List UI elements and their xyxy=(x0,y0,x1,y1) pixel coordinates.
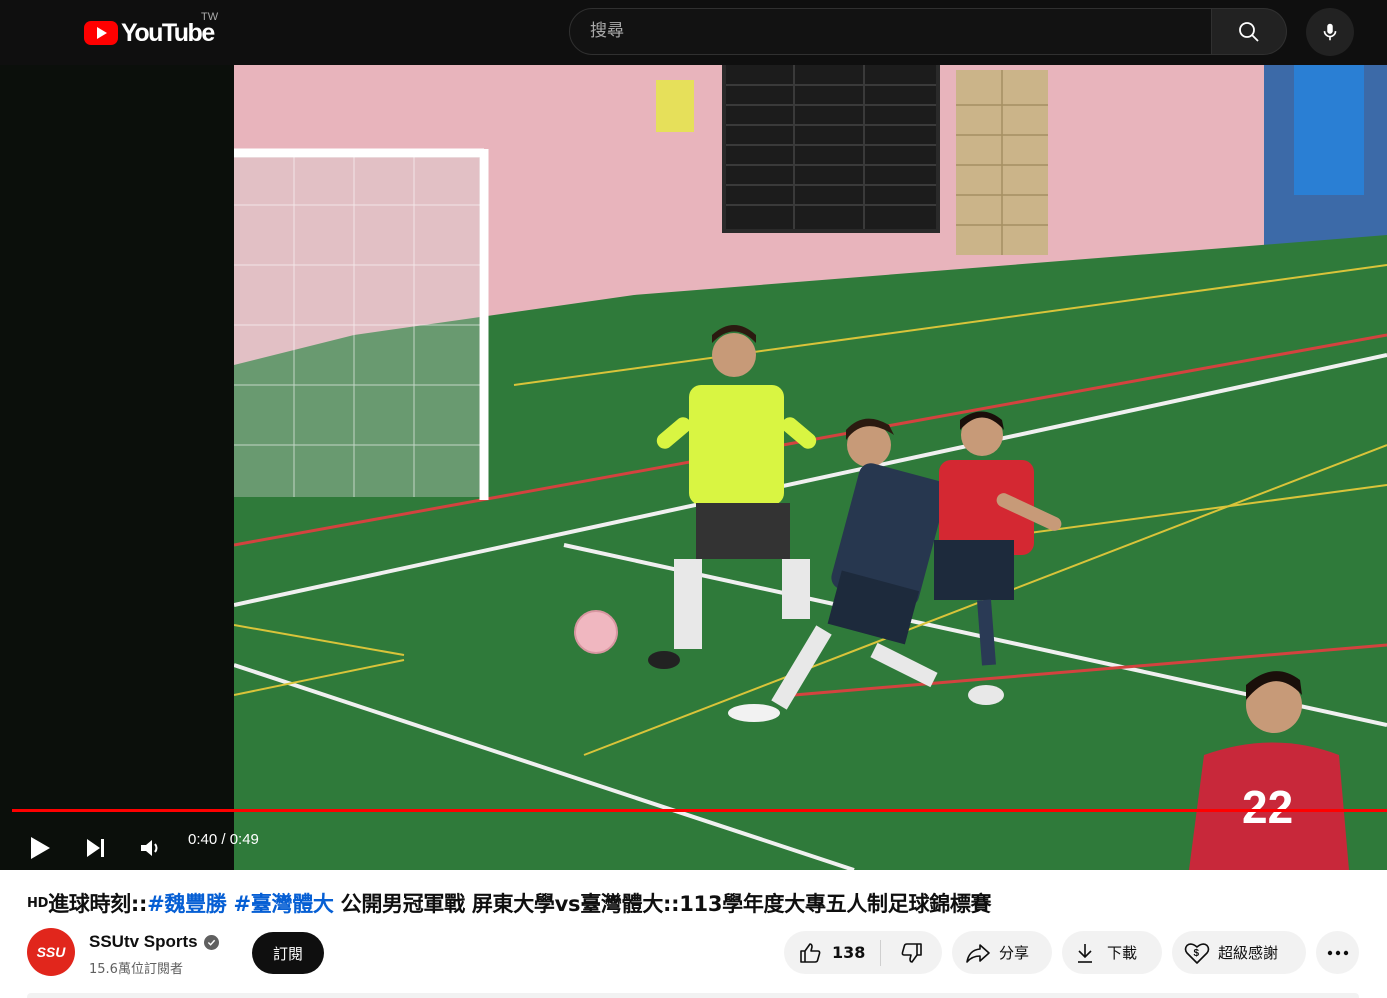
share-button[interactable]: 分享 xyxy=(952,931,1052,974)
verified-icon xyxy=(203,934,219,950)
download-label: 下載 xyxy=(1107,944,1138,962)
progress-bar[interactable] xyxy=(12,809,1387,812)
subscriber-count: 15.6萬位訂閱者 xyxy=(89,962,183,977)
thumbs-down-icon xyxy=(901,942,922,963)
like-dislike-group: 138 xyxy=(784,931,942,974)
play-button[interactable] xyxy=(22,830,58,866)
super-thanks-label: 超級感謝 xyxy=(1218,944,1279,962)
subscribe-button[interactable]: 訂閱 xyxy=(252,932,324,974)
share-label: 分享 xyxy=(999,944,1030,962)
search-icon xyxy=(1239,21,1259,42)
description-box-edge[interactable] xyxy=(27,993,1359,998)
like-count: 138 xyxy=(832,943,866,962)
download-button[interactable]: 下載 xyxy=(1062,931,1162,974)
next-icon xyxy=(87,839,104,857)
microphone-icon xyxy=(1323,23,1337,41)
channel-name-label: SSUtv Sports xyxy=(89,932,198,951)
thumbs-up-icon xyxy=(800,942,821,963)
download-icon xyxy=(1078,943,1092,963)
logo-text: YouTube xyxy=(121,18,215,47)
top-bar: YouTube TW 搜尋 xyxy=(0,0,1387,65)
volume-button[interactable] xyxy=(132,830,168,866)
svg-text:$: $ xyxy=(1194,948,1200,959)
time-display: 0:40 / 0:49 xyxy=(188,831,259,848)
channel-name[interactable]: SSUtv Sports xyxy=(89,932,219,952)
play-icon xyxy=(31,837,50,859)
share-icon xyxy=(966,943,990,963)
search-bar: 搜尋 xyxy=(569,8,1287,55)
dislike-button[interactable] xyxy=(881,931,942,974)
ball xyxy=(574,610,618,654)
hashtag-link-2[interactable]: #臺灣體大 xyxy=(234,892,334,916)
next-button[interactable] xyxy=(78,830,114,866)
hashtag-link-1[interactable]: #魏豐勝 xyxy=(147,892,227,916)
like-button[interactable]: 138 xyxy=(784,931,880,974)
hd-badge: HD xyxy=(27,896,49,911)
title-part2: 公開男冠軍戰 屏東大學vs臺灣體大::113學年度大專五人制足球錦標賽 xyxy=(333,892,992,916)
youtube-play-icon xyxy=(84,21,118,45)
video-player[interactable]: 22 0:40 / 0:49 xyxy=(0,65,1387,870)
search-button[interactable] xyxy=(1212,8,1287,55)
search-input[interactable]: 搜尋 xyxy=(569,8,1212,55)
avatar-logo-text: SSU xyxy=(36,944,66,960)
super-thanks-icon: $ xyxy=(1184,942,1210,964)
youtube-logo[interactable]: YouTube TW xyxy=(84,11,218,47)
region-label: TW xyxy=(201,11,219,23)
voice-search-button[interactable] xyxy=(1306,8,1354,56)
more-actions-button[interactable] xyxy=(1316,931,1359,974)
channel-avatar[interactable]: SSU xyxy=(27,928,75,976)
video-frame[interactable]: 22 xyxy=(234,65,1387,870)
video-title: HD進球時刻::#魏豐勝 #臺灣體大 公開男冠軍戰 屏東大學vs臺灣體大::11… xyxy=(27,888,992,918)
more-horizontal-icon xyxy=(1327,950,1348,955)
title-part1: 進球時刻:: xyxy=(48,892,148,916)
volume-icon xyxy=(141,840,158,856)
super-thanks-button[interactable]: $ 超級感謝 xyxy=(1172,931,1306,974)
